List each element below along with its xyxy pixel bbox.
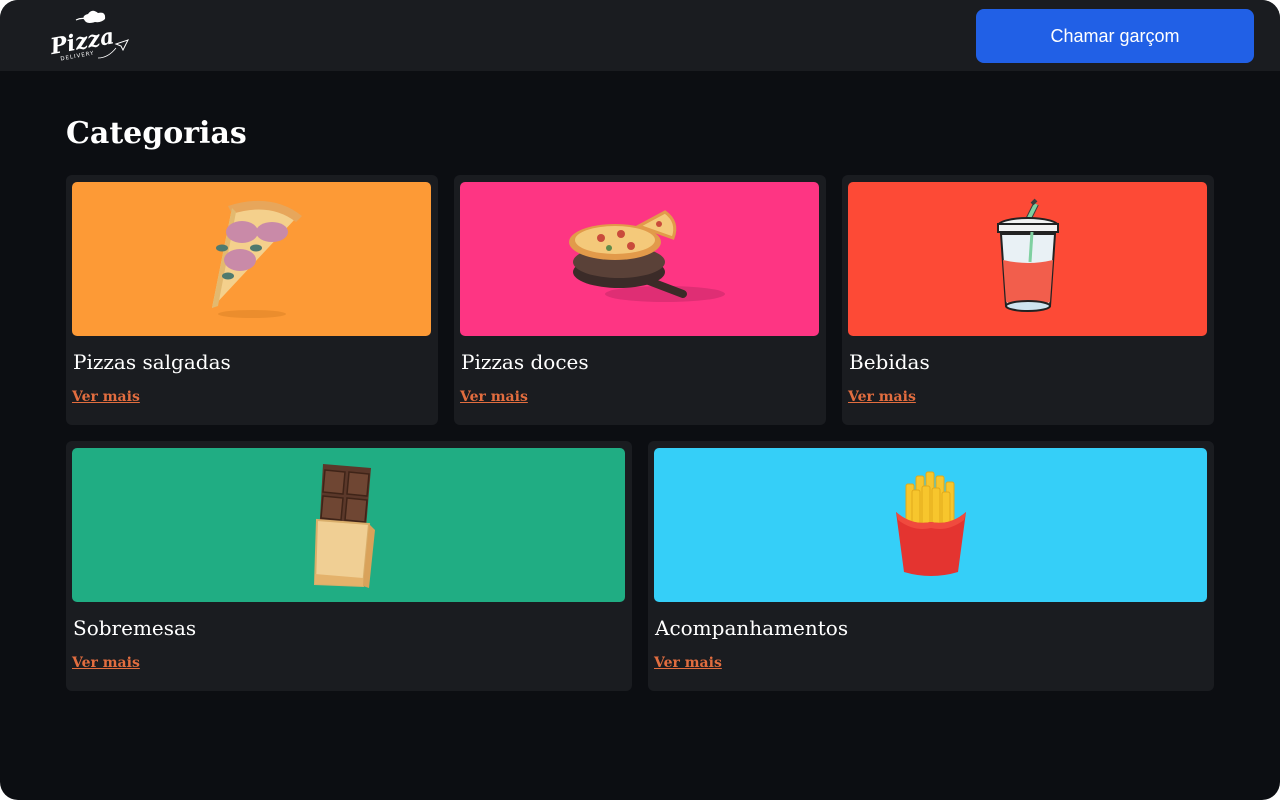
- category-image: [460, 182, 819, 336]
- top-bar: Pizza DELIVERY Chamar garçom: [0, 0, 1280, 71]
- category-card-pizzas-doces[interactable]: Pizzas doces Ver mais: [454, 175, 826, 425]
- category-card-acompanhamentos[interactable]: Acompanhamentos Ver mais: [648, 441, 1214, 691]
- category-title: Pizzas salgadas: [73, 350, 231, 374]
- category-card-pizzas-salgadas[interactable]: Pizzas salgadas Ver mais: [66, 175, 438, 425]
- category-title: Pizzas doces: [461, 350, 589, 374]
- category-title: Acompanhamentos: [655, 616, 849, 640]
- pizza-delivery-logo[interactable]: Pizza DELIVERY: [46, 10, 132, 62]
- page-title: Categorias: [66, 116, 247, 151]
- chocolate-bar-icon: [313, 464, 375, 588]
- category-title: Sobremesas: [73, 616, 197, 640]
- category-image: [654, 448, 1207, 602]
- see-more-link[interactable]: Ver mais: [72, 388, 140, 406]
- see-more-link[interactable]: Ver mais: [72, 654, 140, 672]
- see-more-link[interactable]: Ver mais: [848, 388, 916, 406]
- whole-pizza-icon: [568, 210, 725, 302]
- category-card-bebidas[interactable]: Bebidas Ver mais: [842, 175, 1214, 425]
- category-image: [72, 182, 431, 336]
- category-image: [848, 182, 1207, 336]
- see-more-link[interactable]: Ver mais: [654, 654, 722, 672]
- see-more-link[interactable]: Ver mais: [460, 388, 528, 406]
- french-fries-icon: [895, 471, 966, 576]
- call-waiter-button[interactable]: Chamar garçom: [976, 9, 1254, 63]
- category-image: [72, 448, 625, 602]
- category-title: Bebidas: [849, 350, 930, 374]
- category-card-sobremesas[interactable]: Sobremesas Ver mais: [66, 441, 632, 691]
- drink-cup-icon: [996, 198, 1059, 312]
- app-window: Pizza DELIVERY Chamar garçom Categorias: [0, 0, 1280, 800]
- pizza-slice-icon: [211, 200, 302, 318]
